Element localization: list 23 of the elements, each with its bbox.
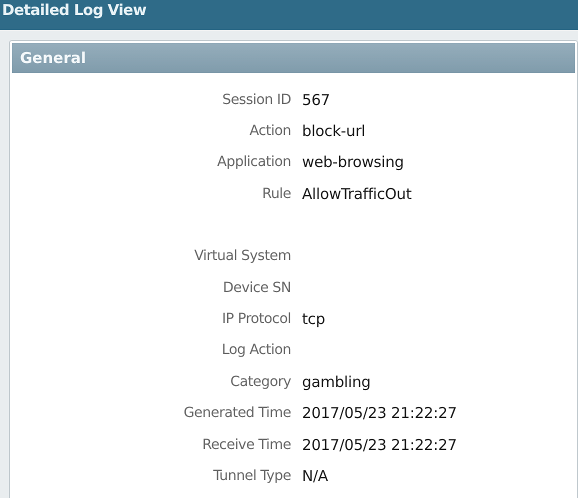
window-title: Detailed Log View bbox=[2, 1, 146, 19]
field-value: AllowTrafficOut bbox=[302, 184, 412, 203]
field-value: block-url bbox=[302, 122, 366, 140]
field-label: Generated Time bbox=[184, 405, 291, 422]
field-label: Virtual System bbox=[194, 248, 291, 264]
field-value: 567 bbox=[302, 90, 330, 109]
field-label: Device SN bbox=[222, 280, 291, 296]
field-value: 2017/05/23 21:22:27 bbox=[302, 404, 457, 422]
field-value: web-browsing bbox=[302, 153, 404, 172]
field-label: Session ID bbox=[222, 92, 291, 108]
field-label: Tunnel Type bbox=[213, 468, 291, 484]
field-label: Receive Time bbox=[202, 436, 291, 453]
field-label: Rule bbox=[262, 186, 291, 202]
field-label: IP Protocol bbox=[222, 311, 291, 328]
field-label: Log Action bbox=[222, 342, 291, 358]
field-value: N/A bbox=[302, 466, 328, 485]
field-value: tcp bbox=[302, 310, 326, 328]
field-value: 2017/05/23 21:22:27 bbox=[302, 436, 457, 454]
panel-title: General bbox=[20, 49, 86, 67]
field-value: gambling bbox=[302, 372, 371, 391]
field-label: Action bbox=[250, 123, 291, 140]
field-label: Application bbox=[217, 154, 291, 170]
field-label: Category bbox=[230, 374, 291, 390]
